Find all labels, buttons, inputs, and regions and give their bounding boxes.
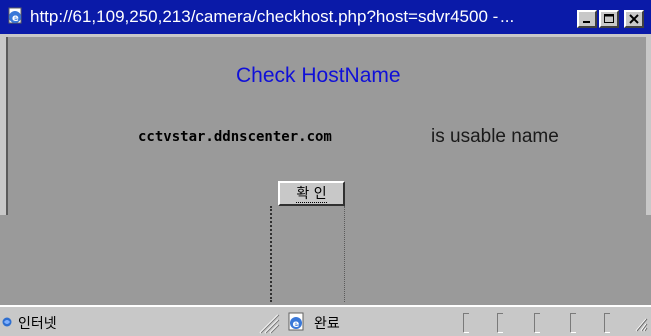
close-icon [629,14,639,24]
page-heading: Check HostName [236,64,401,87]
ie-page-icon: e [288,312,304,331]
status-panel-divider [463,313,469,333]
title-bar[interactable]: e http://61,109,250,213/camera/checkhost… [0,0,651,37]
window-frame-right [646,37,651,215]
done-label: 완료 [314,316,340,332]
status-panel-divider [534,313,540,333]
internet-icon [2,317,12,327]
status-bar: 인터넷 e 완료 [0,305,651,336]
svg-text:e: e [293,319,300,330]
close-button[interactable] [624,10,644,28]
resize-grip-icon[interactable] [632,315,648,333]
maximize-icon [604,14,614,23]
minimize-button[interactable] [577,10,597,28]
minimize-icon [583,21,590,23]
window-title: http://61,109,250,213/camera/checkhost.p… [30,7,499,26]
status-grip-icon [259,314,280,334]
result-text: is usable name [431,126,559,147]
ie-page-icon[interactable]: e [6,6,26,26]
title-ellipsis: ... [500,7,515,26]
status-panel-divider [570,313,576,333]
maximize-button[interactable] [599,10,619,28]
drag-outline [270,206,345,302]
svg-text:e: e [12,13,19,24]
hostname-text: cctvstar.ddnscenter.com [138,129,332,145]
status-panel-divider [604,313,610,333]
confirm-button-label: 확 인 [296,185,327,203]
zone-label: 인터넷 [18,316,57,332]
status-panel-divider [497,313,503,333]
confirm-button[interactable]: 확 인 [278,181,345,206]
